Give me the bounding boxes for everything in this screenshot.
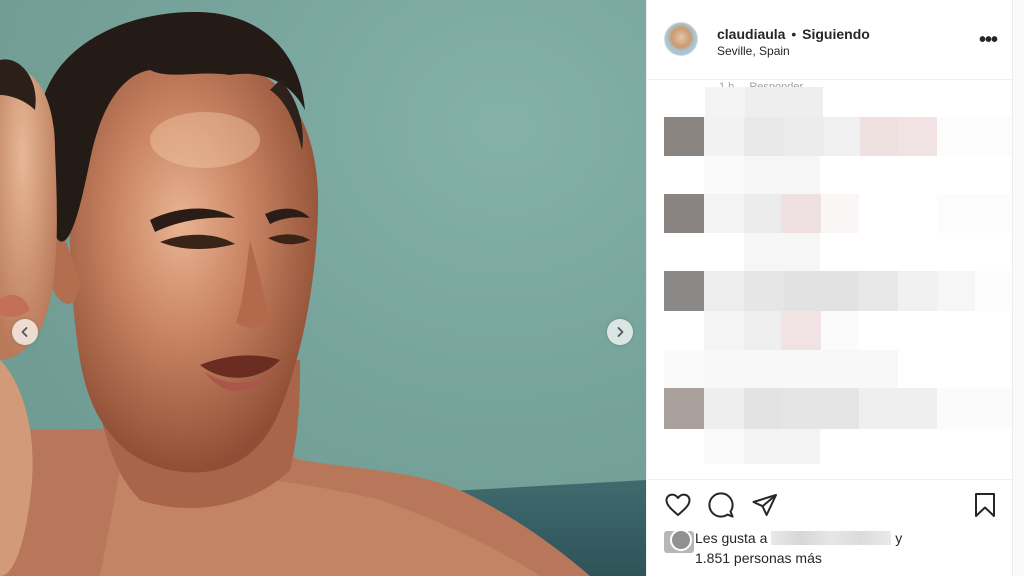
pixel-block [744, 117, 784, 156]
pixel-block [744, 388, 781, 429]
follow-status-button[interactable]: Siguiendo [802, 26, 870, 42]
pixel-block [744, 429, 820, 464]
pixel-block [938, 271, 975, 311]
comment-avatar[interactable] [664, 271, 704, 311]
pixel-block [937, 388, 1013, 429]
post-side-panel: claudiaula • Siguiendo Seville, Spain ••… [646, 0, 1013, 576]
username-link[interactable]: claudiaula [717, 26, 785, 42]
liker-avatar[interactable] [664, 529, 694, 553]
pixel-block [705, 87, 745, 117]
likes-suffix: y [895, 530, 903, 546]
pixel-block [937, 194, 1013, 233]
scrollbar-track[interactable] [1012, 0, 1024, 576]
pixel-block [704, 429, 744, 464]
pixel-block [821, 311, 859, 350]
header-user-line: claudiaula • Siguiendo [717, 26, 870, 42]
save-button[interactable] [971, 491, 999, 519]
like-button[interactable] [664, 491, 692, 519]
pixel-block [704, 271, 744, 311]
pixel-block [821, 194, 859, 233]
pixel-block [781, 388, 859, 429]
pixel-block [898, 117, 937, 156]
bookmark-icon [975, 493, 995, 517]
location-link[interactable]: Seville, Spain [717, 44, 790, 58]
pixel-block [664, 350, 704, 388]
pixel-block [898, 271, 938, 311]
likes-prefix: Les gusta a [695, 530, 768, 546]
pixel-block [937, 117, 1013, 156]
comment-avatar[interactable] [664, 388, 704, 429]
pixel-block [704, 388, 744, 429]
pixel-block [784, 271, 858, 311]
post-header: claudiaula • Siguiendo Seville, Spain ••… [647, 0, 1013, 80]
more-options-button[interactable]: ••• [977, 30, 999, 50]
share-button[interactable] [751, 491, 779, 519]
post-photo [0, 0, 646, 576]
pixel-block [860, 117, 898, 156]
separator-dot: • [791, 26, 797, 42]
chevron-right-icon [617, 327, 624, 337]
pixel-block [744, 233, 820, 271]
likes-summary: Les gusta a y [695, 530, 902, 546]
heart-icon [665, 493, 691, 516]
blurred-liker-name[interactable] [771, 531, 892, 545]
pixel-block [859, 388, 937, 429]
pixel-block [704, 311, 744, 350]
avatar[interactable] [664, 22, 698, 56]
comment-avatar[interactable] [664, 117, 704, 156]
comments-list[interactable]: 1 h Responder [647, 80, 1013, 480]
pixel-block [704, 350, 898, 388]
pixel-block [704, 117, 744, 156]
likes-count-link[interactable]: 1.851 personas más [695, 550, 822, 566]
comment-avatar[interactable] [664, 194, 704, 233]
pixel-block [704, 156, 744, 194]
pixel-block [824, 117, 860, 156]
comment-button[interactable] [707, 491, 735, 519]
more-icon: ••• [978, 29, 998, 51]
pixel-block [744, 156, 820, 194]
pixel-block [858, 271, 898, 311]
share-icon [752, 494, 777, 516]
comment-icon [708, 492, 734, 518]
pixel-block [745, 87, 823, 117]
post-actions: Les gusta a y 1.851 personas más [647, 479, 1013, 576]
pixel-block [744, 194, 781, 233]
previous-photo-button[interactable] [12, 319, 38, 345]
pixel-block [704, 194, 744, 233]
pixel-block [975, 271, 1013, 311]
next-photo-button[interactable] [607, 319, 633, 345]
photo-illustration [0, 11, 646, 576]
chevron-left-icon [21, 327, 28, 337]
pixel-block [781, 311, 821, 350]
pixel-block [781, 194, 821, 233]
pixel-block [744, 311, 781, 350]
pixel-block [784, 117, 824, 156]
pixel-block [744, 271, 784, 311]
